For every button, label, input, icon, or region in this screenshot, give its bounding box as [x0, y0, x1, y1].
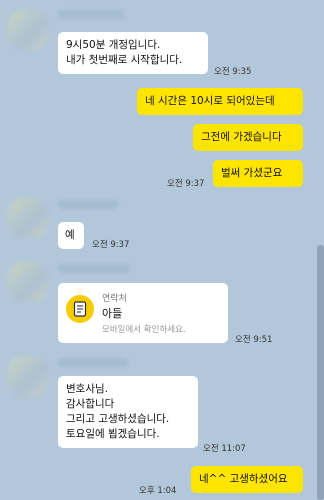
scrollbar[interactable] — [317, 245, 324, 500]
avatar[interactable] — [8, 198, 48, 238]
contact-card[interactable]: 연락처 아들 모바일에서 확인하세요. — [58, 283, 228, 343]
contact-card-icon — [66, 295, 94, 323]
message-time: 오전 9:35 — [214, 67, 252, 77]
sender-name-redacted — [58, 10, 124, 19]
message-time: 오전 9:37 — [92, 240, 130, 250]
contact-note: 모바일에서 확인하세요. — [102, 325, 186, 335]
contact-label: 연락처 — [102, 294, 127, 304]
sender-name-redacted — [58, 358, 128, 367]
message-bubble[interactable]: 9시50분 개정입니다. 내가 첫번째로 시작합니다. — [58, 32, 208, 74]
message-time: 오전 9:51 — [235, 335, 273, 345]
sender-name-redacted — [58, 264, 130, 273]
message-time: 오전 9:37 — [167, 179, 205, 189]
message-time: 오후 1:04 — [139, 486, 177, 496]
sender-name-redacted — [58, 200, 118, 209]
message-bubble[interactable]: 변호사님. 감사합니다 그리고 고생하셨습니다. 토요일에 뵙겠습니다. — [58, 376, 198, 448]
message-bubble[interactable]: 네^^ 고생하셨어요 — [191, 466, 303, 493]
avatar[interactable] — [8, 356, 48, 396]
avatar[interactable] — [8, 10, 48, 50]
message-bubble[interactable]: 벌써 가셨군요 — [213, 160, 303, 187]
message-bubble[interactable]: 예 — [58, 222, 84, 249]
message-bubble[interactable]: 네 시간은 10시로 되어있는데 — [137, 88, 303, 115]
contact-name: 아들 — [102, 307, 123, 320]
message-time: 오전 11:07 — [203, 444, 246, 454]
message-bubble[interactable]: 그전에 가겠습니다 — [193, 124, 303, 151]
avatar[interactable] — [8, 262, 48, 302]
